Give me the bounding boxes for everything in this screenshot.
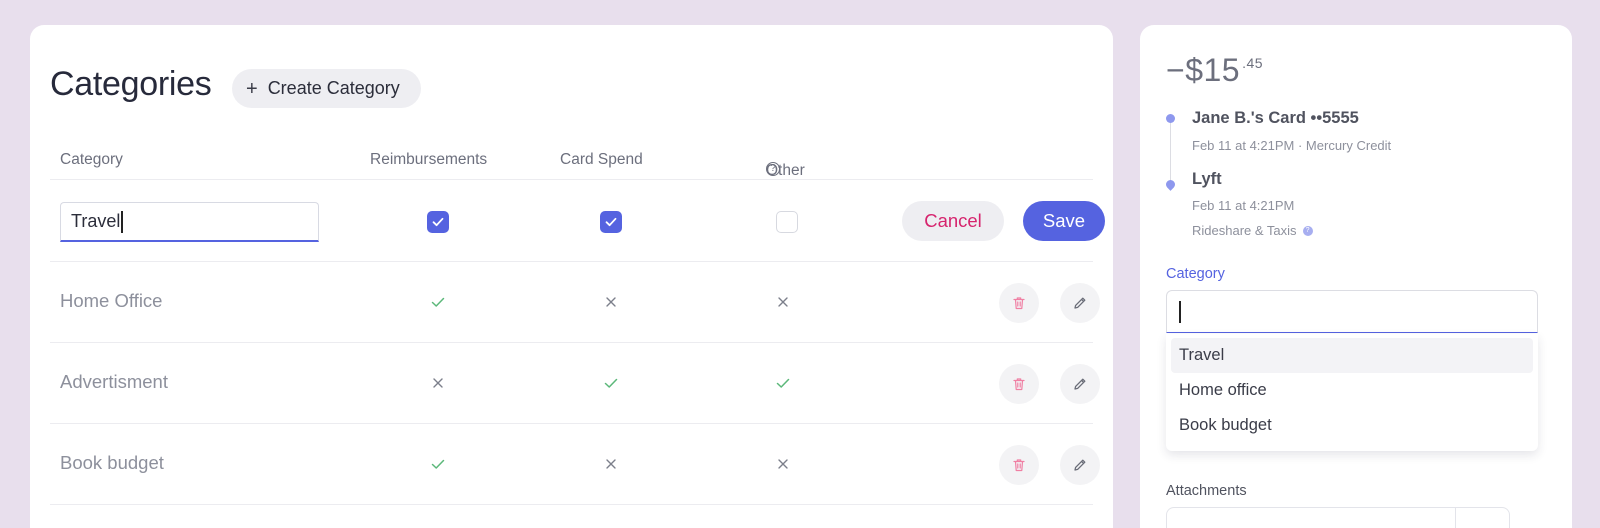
- card-spend-checkbox[interactable]: [600, 211, 622, 233]
- trash-icon: [1013, 459, 1025, 472]
- edit-button[interactable]: [1060, 445, 1100, 485]
- other-checkbox[interactable]: [776, 211, 798, 233]
- delete-button[interactable]: [999, 364, 1039, 404]
- transaction-detail-card: −$15.45 Jane B.'s Card ••5555 Feb 11 at …: [1140, 25, 1572, 528]
- location-pin-icon: [1164, 178, 1177, 191]
- table-row: Advertisment: [50, 343, 1100, 424]
- cross-icon: [601, 454, 621, 474]
- help-icon[interactable]: ?: [766, 162, 780, 176]
- text-cursor: [121, 210, 123, 233]
- table-header: Category Reimbursements Card Spend Other…: [50, 140, 1093, 180]
- edit-button[interactable]: [1060, 364, 1100, 404]
- check-icon: [428, 454, 448, 474]
- delete-button[interactable]: [999, 445, 1039, 485]
- timeline-line: [1170, 121, 1171, 185]
- column-header-category: Category: [60, 151, 123, 168]
- reimbursements-checkbox[interactable]: [427, 211, 449, 233]
- timeline-dot-icon: [1166, 114, 1175, 123]
- cross-icon: [601, 292, 621, 312]
- amount-cents: .45: [1242, 55, 1264, 71]
- cancel-button[interactable]: Cancel: [902, 201, 1004, 241]
- check-icon: [432, 217, 444, 227]
- info-icon[interactable]: ?: [1302, 225, 1313, 236]
- create-category-label: Create Category: [267, 78, 400, 98]
- check-icon: [605, 217, 617, 227]
- category-dropdown: Travel Home office Book budget: [1166, 334, 1538, 451]
- card-source-title: Jane B.'s Card ••5555: [1192, 109, 1359, 127]
- category-field-label: Category: [1166, 266, 1225, 282]
- trash-icon: [1013, 378, 1025, 391]
- check-icon: [428, 292, 448, 312]
- category-name: Home Office: [60, 290, 163, 311]
- category-name: Advertisment: [60, 371, 168, 392]
- attachments-label: Attachments: [1166, 483, 1247, 499]
- category-name-value: Travel: [71, 211, 121, 231]
- card-source-subtitle: Feb 11 at 4:21PM · Mercury Credit: [1192, 138, 1392, 153]
- edit-button[interactable]: [1060, 283, 1100, 323]
- merchant-category: Rideshare & Taxis ?: [1192, 223, 1313, 238]
- table-row: Book budget: [50, 424, 1100, 505]
- amount-main: −$15: [1166, 52, 1241, 88]
- delete-button[interactable]: [999, 283, 1039, 323]
- cross-icon: [773, 292, 793, 312]
- cross-icon: [428, 373, 448, 393]
- trash-icon: [1013, 297, 1025, 310]
- category-name: Book budget: [60, 452, 164, 473]
- attachments-dropzone[interactable]: [1166, 507, 1510, 528]
- page-title: Categories: [50, 65, 212, 103]
- check-icon: [773, 373, 793, 393]
- table-row: Home Office: [50, 262, 1100, 343]
- attachments-divider: [1455, 508, 1456, 528]
- dropdown-option-home-office[interactable]: Home office: [1171, 373, 1533, 408]
- pencil-icon: [1074, 378, 1086, 390]
- category-search-input[interactable]: [1166, 290, 1538, 333]
- pencil-icon: [1074, 459, 1086, 471]
- text-cursor: [1179, 300, 1181, 323]
- merchant-category-label: Rideshare & Taxis: [1192, 223, 1297, 238]
- column-header-reimbursements: Reimbursements: [370, 151, 488, 168]
- categories-card: Categories + Create Category Category Re…: [30, 25, 1113, 528]
- transaction-amount: −$15.45: [1166, 52, 1263, 89]
- plus-icon: +: [246, 77, 258, 100]
- column-header-card-spend: Card Spend: [560, 151, 643, 168]
- category-name-input[interactable]: Travel: [60, 202, 319, 242]
- merchant-timestamp: Feb 11 at 4:21PM: [1192, 198, 1295, 213]
- create-category-button[interactable]: + Create Category: [232, 69, 421, 108]
- dropdown-option-book-budget[interactable]: Book budget: [1171, 408, 1533, 443]
- table-row-editing: Travel Cancel Save: [50, 181, 1105, 262]
- save-button[interactable]: Save: [1023, 201, 1105, 241]
- pencil-icon: [1074, 297, 1086, 309]
- dropdown-option-travel[interactable]: Travel: [1171, 338, 1533, 373]
- cross-icon: [773, 454, 793, 474]
- merchant-title: Lyft: [1192, 170, 1222, 188]
- check-icon: [601, 373, 621, 393]
